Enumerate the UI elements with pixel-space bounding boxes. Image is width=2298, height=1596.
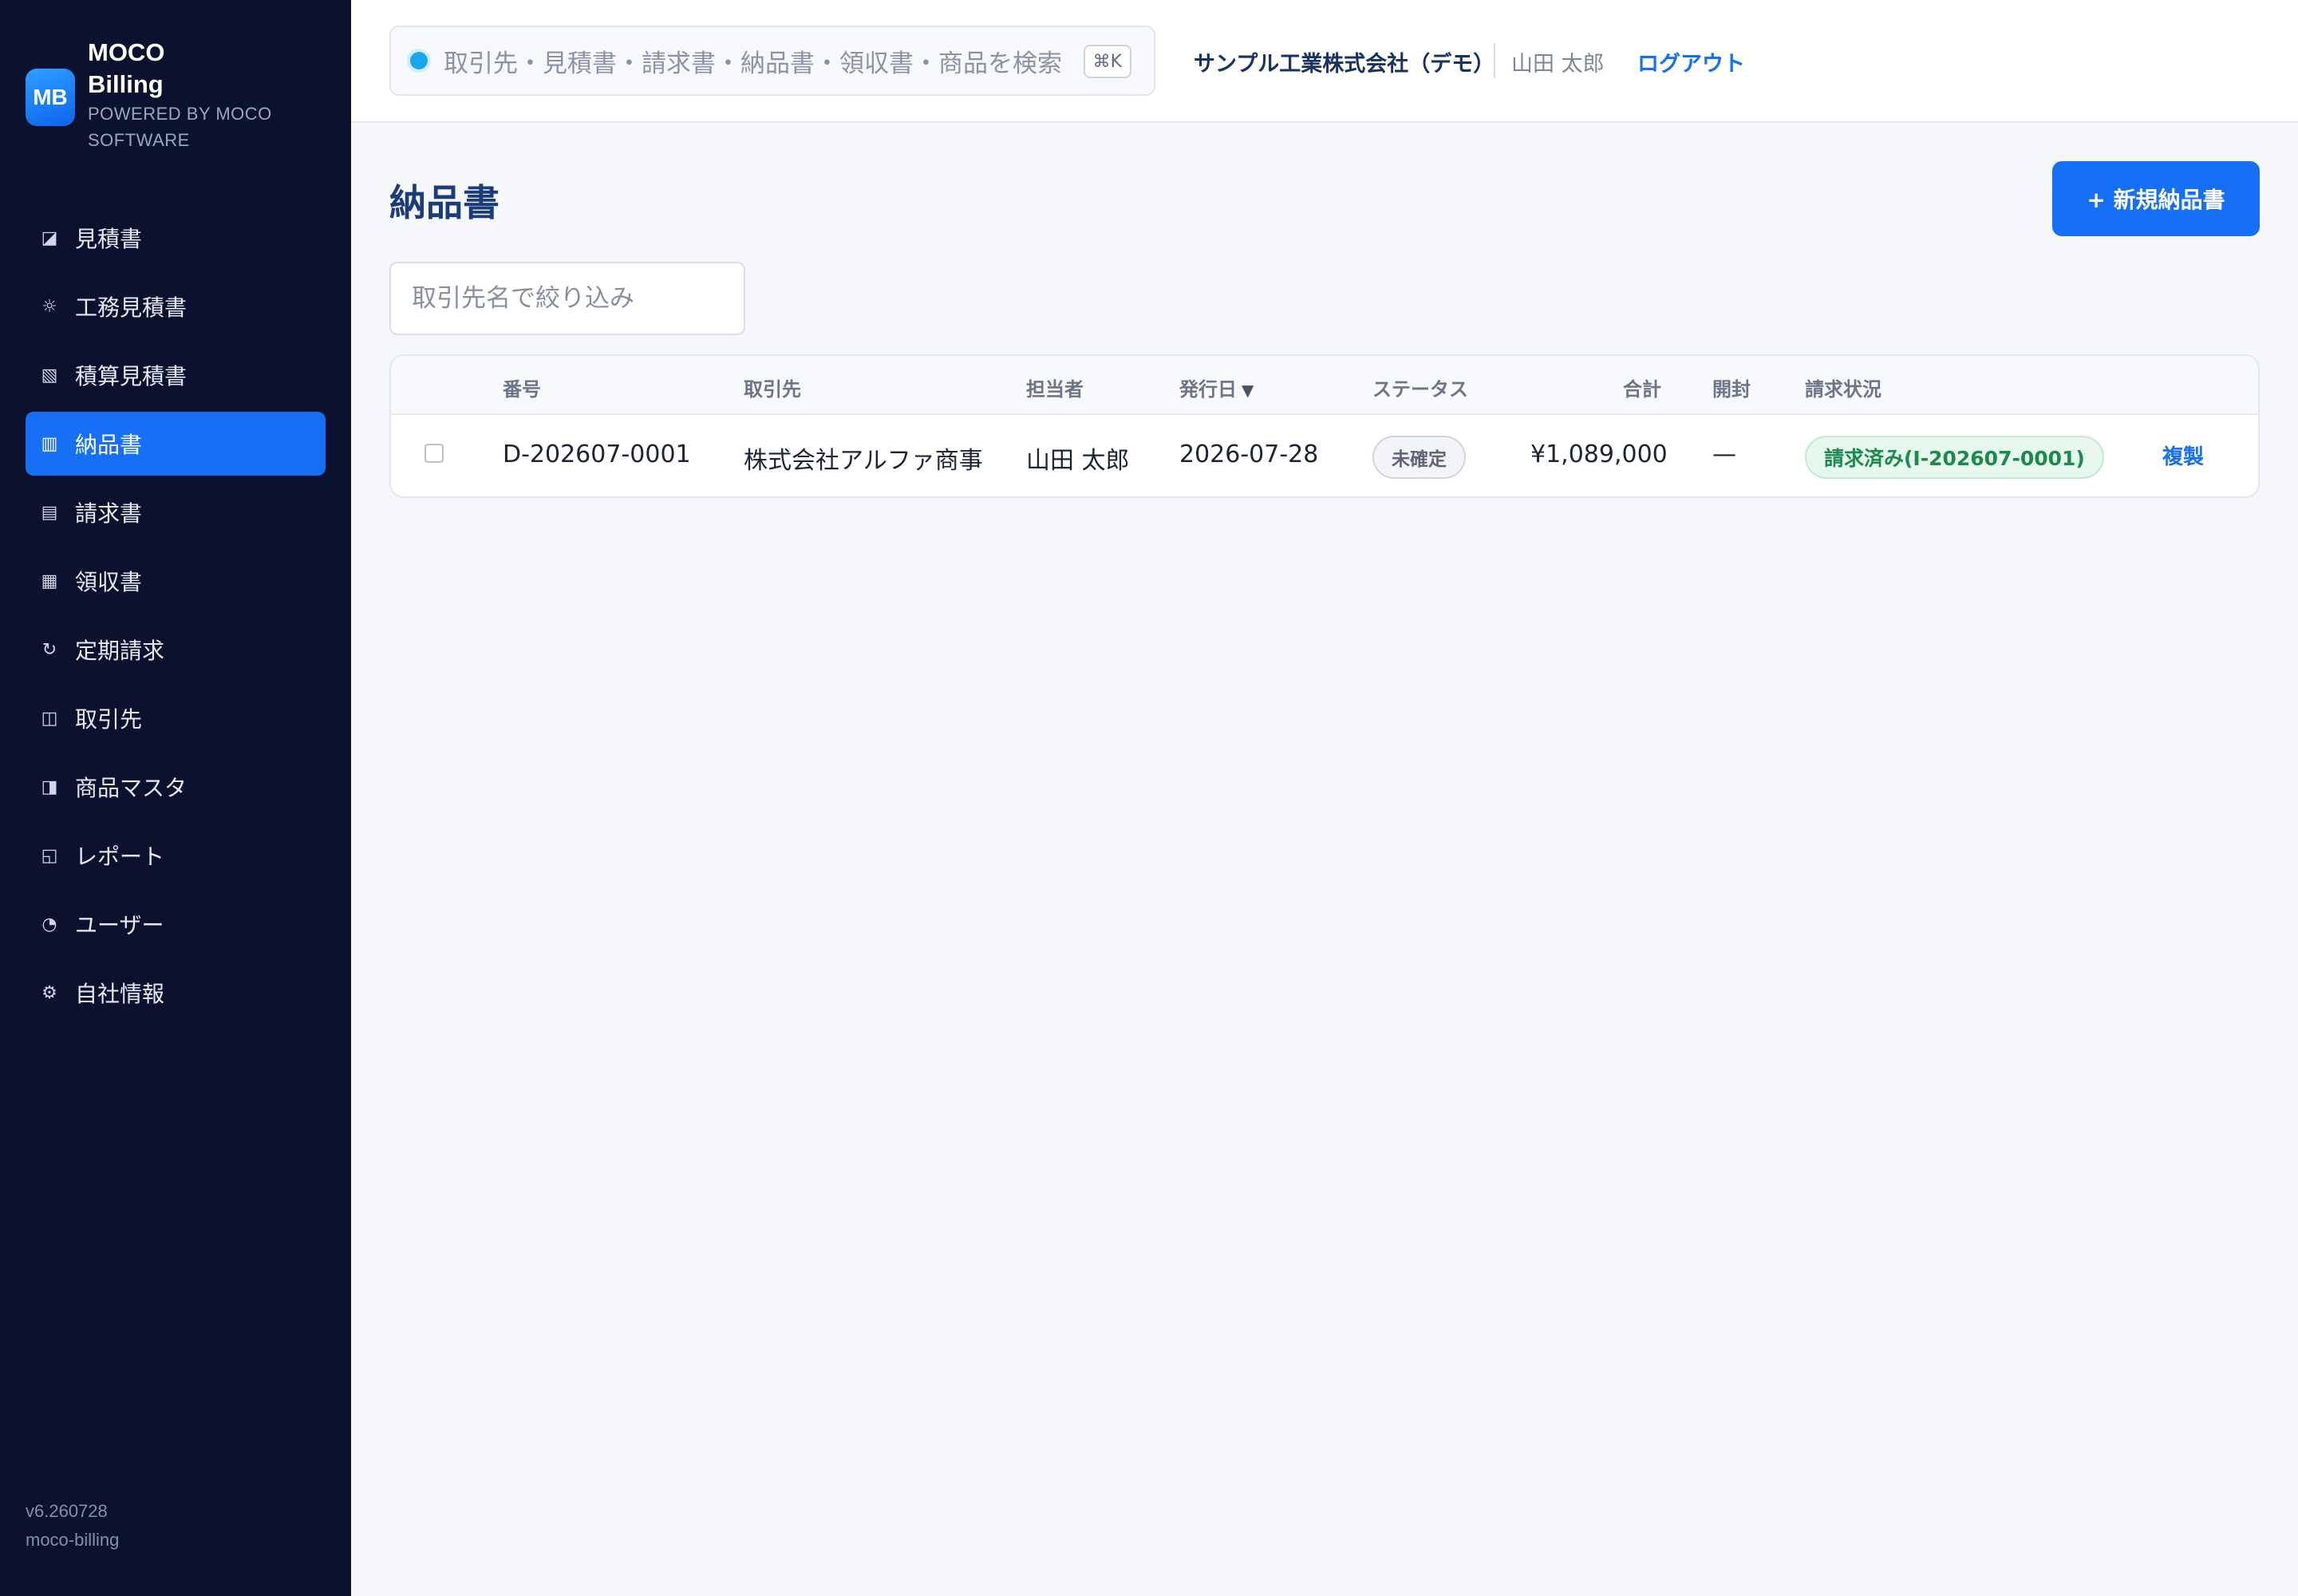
- search-shortcut-badge: ⌘K: [1083, 45, 1131, 78]
- row-checkbox[interactable]: [424, 444, 444, 463]
- brand[interactable]: MB MOCO Billing POWERED BY MOCO SOFTWARE: [26, 37, 287, 153]
- sidebar-item-label: 取引先: [75, 706, 143, 733]
- sidebar-item-label: 工務見積書: [75, 294, 188, 321]
- top-bar: 取引先・見積書・請求書・納品書・領収書・商品を検索 ⌘K サンプル工業株式会社（…: [351, 0, 2298, 123]
- column-header-opened[interactable]: 開封: [1712, 373, 1751, 401]
- column-header-issue-date-label: 発行日: [1179, 378, 1237, 401]
- app-logo: MB: [26, 69, 75, 126]
- products-icon: ◨: [41, 776, 58, 797]
- global-search[interactable]: 取引先・見積書・請求書・納品書・領収書・商品を検索 ⌘K: [389, 26, 1155, 96]
- quote-icon: ◪: [41, 227, 58, 248]
- sidebar-item-construction-quote[interactable]: ☼ 工務見積書: [26, 275, 326, 338]
- table-header: 番号 取引先 担当者 発行日 ▼ ステータス 合計 開封 請求状況: [391, 356, 2258, 415]
- brand-text: MOCO Billing POWERED BY MOCO SOFTWARE: [88, 37, 287, 153]
- header-divider: [1494, 43, 1495, 78]
- sidebar-item-label: レポート: [75, 843, 165, 870]
- sidebar-item-label: 請求書: [75, 500, 143, 527]
- current-user: 山田 太郎: [1511, 52, 1605, 77]
- sidebar-item-estimate[interactable]: ▧ 積算見積書: [26, 343, 326, 407]
- new-delivery-note-button[interactable]: + 新規納品書: [2052, 161, 2260, 236]
- estimate-icon: ▧: [41, 365, 58, 385]
- sidebar-item-company-settings[interactable]: ⚙ 自社情報: [26, 961, 326, 1025]
- column-header-status[interactable]: ステータス: [1372, 373, 1468, 401]
- delivery-note-icon: ▥: [41, 433, 58, 454]
- row-number[interactable]: D-202607-0001: [503, 440, 691, 468]
- company-name[interactable]: サンプル工業株式会社（デモ）: [1194, 46, 1494, 77]
- invoice-icon: ▤: [41, 502, 58, 523]
- sidebar: MB MOCO Billing POWERED BY MOCO SOFTWARE…: [0, 0, 351, 1596]
- sidebar-item-clients[interactable]: ◫ 取引先: [26, 686, 326, 750]
- column-header-client[interactable]: 取引先: [744, 373, 801, 401]
- sidebar-item-label: 積算見積書: [75, 363, 188, 389]
- search-status-icon: [410, 52, 428, 69]
- client-filter-input[interactable]: [389, 262, 745, 335]
- column-header-number[interactable]: 番号: [503, 373, 541, 401]
- delivery-notes-table: 番号 取引先 担当者 発行日 ▼ ステータス 合計 開封 請求状況 D-20260…: [389, 354, 2260, 498]
- sidebar-item-recurring[interactable]: ↻ 定期請求: [26, 618, 326, 681]
- row-issue-date: 2026-07-28: [1179, 440, 1319, 468]
- sidebar-item-label: 領収書: [75, 569, 143, 595]
- sidebar-item-receipt[interactable]: ▦ 領収書: [26, 549, 326, 613]
- sidebar-item-label: 納品書: [75, 432, 143, 458]
- logout-link[interactable]: ログアウト: [1637, 46, 1745, 77]
- sidebar-nav: ◪ 見積書 ☼ 工務見積書 ▧ 積算見積書 ▥ 納品書 ▤ 請求書 ▦ 領収書 ↻ 定期請求 ◫ 取引先 ◨ 商品…: [26, 206, 326, 1029]
- company-settings-icon: ⚙: [41, 982, 57, 1003]
- column-header-issue-date[interactable]: 発行日 ▼: [1179, 373, 1254, 401]
- sidebar-item-label: 見積書: [75, 226, 143, 252]
- sidebar-item-delivery-note[interactable]: ▥ 納品書: [26, 412, 326, 476]
- column-header-total[interactable]: 合計: [1623, 373, 1661, 401]
- recurring-icon: ↻: [41, 639, 57, 660]
- sidebar-item-label: 定期請求: [75, 638, 165, 664]
- column-header-billing-status[interactable]: 請求状況: [1805, 373, 1881, 401]
- page-title: 納品書: [389, 181, 499, 224]
- status-badge: 未確定: [1372, 436, 1466, 479]
- clients-icon: ◫: [41, 708, 58, 729]
- sidebar-item-users[interactable]: ◔ ユーザー: [26, 892, 326, 956]
- sidebar-item-products[interactable]: ◨ 商品マスタ: [26, 755, 326, 819]
- app-version: v6.260728: [26, 1501, 108, 1521]
- report-icon: ◱: [41, 845, 58, 866]
- search-input[interactable]: 取引先・見積書・請求書・納品書・領収書・商品を検索: [444, 43, 1069, 79]
- receipt-icon: ▦: [41, 571, 58, 591]
- row-owner: 山田 太郎: [1026, 447, 1130, 475]
- row-total: ¥1,089,000: [1530, 440, 1668, 468]
- users-icon: ◔: [41, 914, 57, 934]
- app-subtitle: POWERED BY MOCO SOFTWARE: [88, 104, 272, 150]
- sidebar-item-quote[interactable]: ◪ 見積書: [26, 206, 326, 270]
- app-id: moco-billing: [26, 1530, 120, 1550]
- sidebar-item-invoice[interactable]: ▤ 請求書: [26, 480, 326, 544]
- sidebar-item-report[interactable]: ◱ レポート: [26, 824, 326, 887]
- column-header-owner[interactable]: 担当者: [1026, 373, 1084, 401]
- sort-descending-icon: ▼: [1242, 381, 1254, 400]
- sidebar-item-label: 自社情報: [75, 981, 165, 1007]
- sidebar-item-label: 商品マスタ: [75, 775, 188, 801]
- app-name: MOCO Billing: [88, 38, 165, 98]
- row-opened: —: [1712, 440, 1736, 468]
- duplicate-button[interactable]: 複製: [2162, 440, 2204, 470]
- construction-quote-icon: ☼: [41, 296, 57, 317]
- billing-status-badge[interactable]: 請求済み(I-202607-0001): [1805, 436, 2104, 479]
- row-client: 株式会社アルファ商事: [744, 447, 983, 475]
- sidebar-footer: v6.260728 moco-billing: [26, 1497, 119, 1555]
- sidebar-item-label: ユーザー: [75, 912, 164, 938]
